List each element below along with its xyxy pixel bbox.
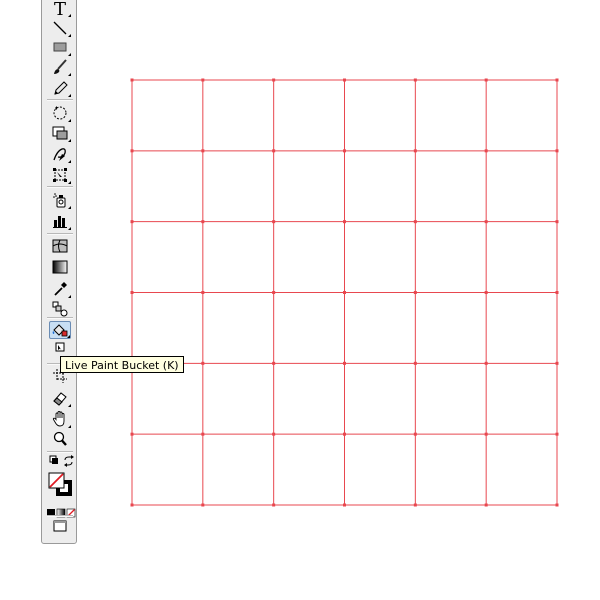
- color-mode-buttons: [46, 503, 76, 518]
- scale-icon: [52, 126, 68, 140]
- svg-text:T: T: [54, 0, 66, 17]
- type-icon: T: [54, 0, 66, 17]
- symbol-sprayer-tool[interactable]: [49, 191, 71, 209]
- gradient-tool[interactable]: [49, 258, 71, 276]
- anchor-point[interactable]: [555, 432, 559, 436]
- anchor-point[interactable]: [272, 149, 276, 153]
- column-graph-tool[interactable]: [49, 212, 71, 230]
- anchor-point[interactable]: [413, 149, 417, 153]
- anchor-point[interactable]: [484, 432, 488, 436]
- live-paint-bucket-tool[interactable]: [49, 321, 71, 339]
- fill-stroke-swatch-icon[interactable]: [47, 471, 75, 499]
- rectangular-grid-artwork[interactable]: [0, 0, 600, 600]
- mesh-tool[interactable]: [49, 237, 71, 255]
- tools-panel: T: [41, 0, 77, 544]
- anchor-point[interactable]: [272, 220, 276, 224]
- anchor-point[interactable]: [343, 220, 346, 224]
- anchor-point[interactable]: [343, 361, 346, 365]
- anchor-point[interactable]: [555, 361, 559, 365]
- anchor-point[interactable]: [413, 503, 417, 507]
- free-transform-tool[interactable]: [49, 166, 71, 184]
- anchor-point[interactable]: [343, 291, 346, 294]
- anchor-point[interactable]: [272, 432, 276, 436]
- blend-tool[interactable]: [49, 300, 71, 318]
- anchor-point[interactable]: [272, 361, 276, 365]
- anchor-point[interactable]: [272, 503, 276, 507]
- anchor-point[interactable]: [201, 361, 205, 365]
- zoom-tool[interactable]: [49, 430, 71, 448]
- anchor-point[interactable]: [343, 78, 346, 82]
- anchor-point[interactable]: [343, 149, 346, 153]
- anchor-point[interactable]: [201, 503, 205, 507]
- blend-icon: [52, 301, 68, 317]
- pencil-tool[interactable]: [49, 79, 71, 97]
- anchor-point[interactable]: [413, 220, 417, 224]
- hand-icon: [52, 411, 65, 427]
- rotate-icon: [53, 106, 67, 120]
- anchor-point[interactable]: [555, 220, 559, 224]
- anchor-point[interactable]: [343, 503, 346, 507]
- anchor-point[interactable]: [555, 78, 559, 82]
- eraser-tool[interactable]: [49, 389, 71, 407]
- anchor-point[interactable]: [272, 78, 276, 82]
- anchor-point[interactable]: [130, 220, 134, 224]
- anchor-point[interactable]: [343, 432, 346, 436]
- anchor-point[interactable]: [484, 149, 488, 153]
- eyedropper-icon: [54, 282, 67, 296]
- anchor-point[interactable]: [413, 78, 417, 82]
- swap-fill-stroke-icon[interactable]: [63, 455, 75, 467]
- illustrator-workspace: T Live Paint Bucket (K): [0, 0, 600, 600]
- anchor-point[interactable]: [130, 291, 134, 294]
- eyedropper-tool[interactable]: [49, 280, 71, 298]
- rectangle-tool[interactable]: [49, 38, 71, 56]
- pencil-icon: [54, 81, 68, 95]
- screen-mode-button[interactable]: [49, 519, 71, 533]
- anchor-point[interactable]: [484, 361, 488, 365]
- eraser-icon: [53, 392, 67, 406]
- mesh-icon: [52, 239, 68, 253]
- free-transform-icon: [53, 168, 67, 182]
- hand-tool[interactable]: [49, 410, 71, 428]
- warp-tool[interactable]: [49, 145, 71, 163]
- anchor-point[interactable]: [555, 291, 559, 294]
- anchor-point[interactable]: [484, 78, 488, 82]
- anchor-point[interactable]: [484, 220, 488, 224]
- anchor-point[interactable]: [413, 361, 417, 365]
- line-segment-icon: [53, 21, 67, 35]
- rectangle-icon: [53, 42, 67, 52]
- screen-mode-icon: [53, 520, 67, 532]
- paintbrush-tool[interactable]: [49, 58, 71, 76]
- anchor-point[interactable]: [130, 432, 134, 436]
- line-segment-tool[interactable]: [49, 19, 71, 37]
- anchor-point[interactable]: [484, 291, 488, 294]
- gradient-icon: [52, 260, 68, 274]
- anchor-point[interactable]: [201, 78, 205, 82]
- paintbrush-icon: [54, 59, 67, 74]
- warp-icon: [53, 148, 66, 161]
- anchor-point[interactable]: [555, 149, 559, 153]
- symbol-sprayer-icon: [53, 193, 66, 208]
- scale-tool[interactable]: [49, 124, 71, 142]
- zoom-icon: [53, 431, 67, 446]
- tool-tooltip: Live Paint Bucket (K): [60, 356, 184, 373]
- anchor-point[interactable]: [130, 149, 134, 153]
- anchor-point[interactable]: [413, 432, 417, 436]
- anchor-point[interactable]: [555, 503, 559, 507]
- anchor-point[interactable]: [201, 220, 205, 224]
- anchor-point[interactable]: [484, 503, 488, 507]
- anchor-point[interactable]: [272, 291, 276, 294]
- column-graph-icon: [53, 216, 67, 228]
- fill-stroke-swatches: [47, 471, 75, 499]
- anchor-point[interactable]: [130, 78, 134, 82]
- type-tool[interactable]: T: [49, 0, 71, 17]
- rotate-tool[interactable]: [49, 104, 71, 122]
- anchor-point[interactable]: [201, 291, 205, 294]
- anchor-point[interactable]: [413, 291, 417, 294]
- anchor-point[interactable]: [201, 149, 205, 153]
- anchor-point[interactable]: [130, 503, 134, 507]
- anchor-point[interactable]: [201, 432, 205, 436]
